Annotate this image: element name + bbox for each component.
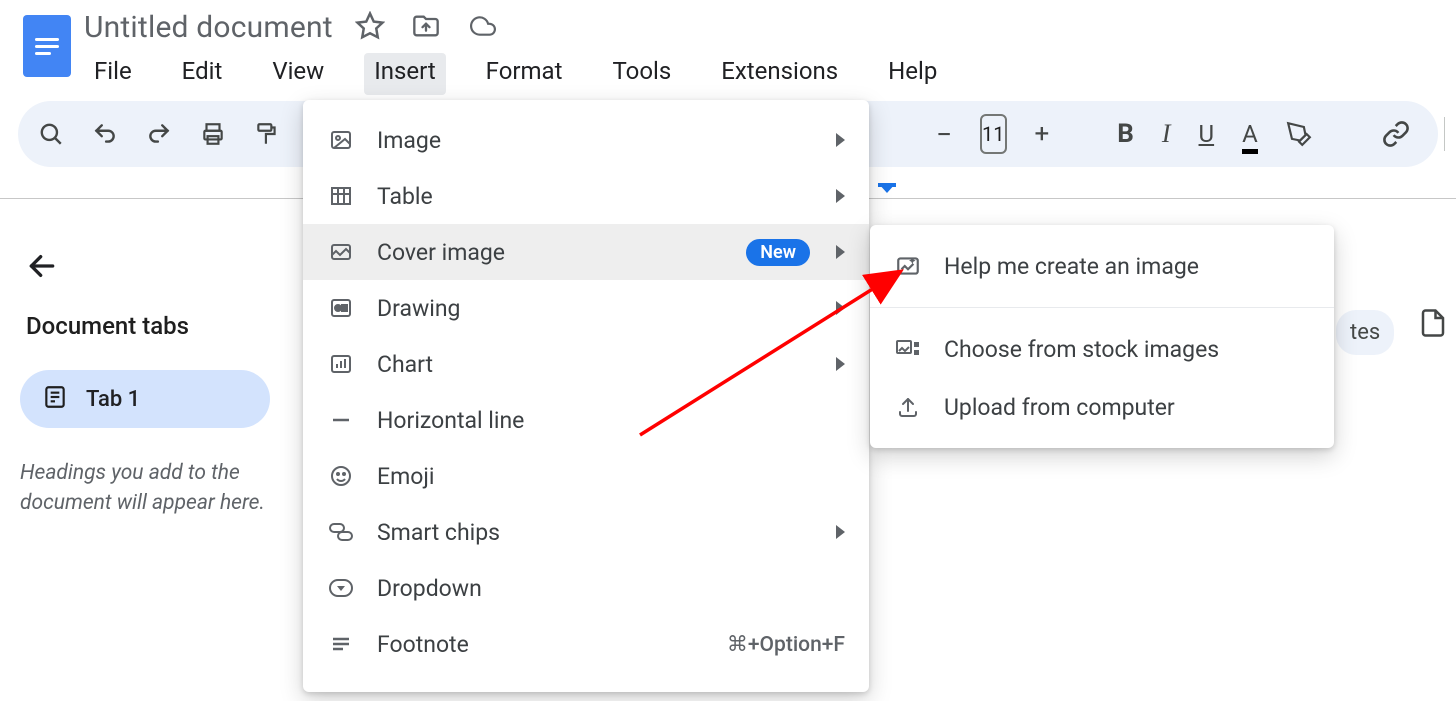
submenu-arrow-icon (836, 133, 845, 147)
insert-emoji[interactable]: Emoji (303, 448, 869, 504)
italic-button[interactable]: I (1162, 118, 1171, 150)
menu-label: Image (377, 127, 826, 154)
menu-edit[interactable]: Edit (172, 53, 233, 95)
insert-chart[interactable]: Chart (303, 336, 869, 392)
menu-insert[interactable]: Insert (364, 53, 445, 95)
menu-extensions[interactable]: Extensions (711, 53, 848, 95)
docs-logo-icon (23, 15, 71, 77)
submenu-help-me-create[interactable]: Help me create an image (870, 237, 1334, 295)
cover-image-icon (327, 238, 355, 266)
hr-icon (327, 406, 355, 434)
star-icon[interactable] (355, 11, 385, 45)
insert-cover-image[interactable]: Cover image New (303, 224, 869, 280)
menu-tools[interactable]: Tools (602, 53, 681, 95)
insert-footnote[interactable]: Footnote ⌘+Option+F (303, 616, 869, 672)
submenu-stock-images[interactable]: Choose from stock images (870, 320, 1334, 378)
insert-image[interactable]: Image (303, 112, 869, 168)
insert-dropdown[interactable]: Dropdown (303, 560, 869, 616)
new-badge: New (746, 239, 810, 266)
move-to-drive-icon[interactable] (411, 12, 441, 44)
separator (870, 307, 1334, 308)
underline-button[interactable]: U (1199, 118, 1215, 150)
menu-label: Table (377, 183, 826, 210)
document-tabs-title: Document tabs (26, 312, 310, 340)
docs-logo[interactable] (20, 10, 74, 82)
menu-label: Chart (377, 351, 826, 378)
menu-label: Cover image (377, 239, 746, 266)
submenu-arrow-icon (836, 525, 845, 539)
chart-icon (327, 350, 355, 378)
menu-label: Choose from stock images (944, 336, 1310, 363)
menu-file[interactable]: File (84, 53, 142, 95)
menu-view[interactable]: View (262, 53, 334, 95)
text-color-button[interactable]: A (1242, 118, 1258, 150)
menu-label: Dropdown (377, 575, 845, 602)
insert-smart-chips[interactable]: Smart chips (303, 504, 869, 560)
menu-label: Footnote (377, 631, 727, 658)
submenu-upload[interactable]: Upload from computer (870, 378, 1334, 436)
cover-image-submenu: Help me create an image Choose from stoc… (870, 225, 1334, 448)
upload-icon (894, 393, 922, 421)
separator (1444, 117, 1445, 151)
menu-label: Help me create an image (944, 253, 1310, 280)
insert-link-icon[interactable] (1380, 118, 1412, 150)
menu-label: Horizontal line (377, 407, 845, 434)
search-icon[interactable] (38, 118, 64, 150)
submenu-arrow-icon (836, 245, 845, 259)
notes-chip-partial[interactable]: tes (1336, 310, 1394, 355)
menu-label: Emoji (377, 463, 845, 490)
document-tabs-panel: Document tabs Tab 1 Headings you add to … (20, 250, 310, 519)
menu-shortcut: ⌘+Option+F (727, 632, 845, 657)
submenu-arrow-icon (836, 301, 845, 315)
chips-icon (327, 518, 355, 546)
outline-hint-text: Headings you add to the document will ap… (20, 458, 310, 519)
menu-label: Upload from computer (944, 394, 1310, 421)
dropdown-icon (327, 574, 355, 602)
redo-icon[interactable] (146, 118, 172, 150)
tab-chip[interactable]: Tab 1 (20, 370, 270, 428)
tab-label: Tab 1 (86, 387, 140, 412)
menubar: File Edit View Insert Format Tools Exten… (84, 53, 947, 95)
emoji-icon (327, 462, 355, 490)
insert-drawing[interactable]: Drawing (303, 280, 869, 336)
ruler-indent-marker-icon[interactable] (878, 183, 896, 203)
decrease-font-size[interactable]: − (936, 118, 952, 150)
menu-help[interactable]: Help (878, 53, 947, 95)
document-title[interactable]: Untitled document (84, 10, 333, 45)
image-icon (327, 126, 355, 154)
drawing-icon (327, 294, 355, 322)
bold-button[interactable]: B (1117, 118, 1134, 150)
back-arrow-icon[interactable] (26, 250, 310, 290)
menu-format[interactable]: Format (476, 53, 573, 95)
ai-image-icon (894, 252, 922, 280)
footnote-icon (327, 630, 355, 658)
tab-icon (42, 384, 68, 414)
header: Untitled document File Edit View Insert … (0, 0, 1456, 95)
table-icon (327, 182, 355, 210)
increase-font-size[interactable]: + (1035, 118, 1050, 150)
submenu-arrow-icon (836, 357, 845, 371)
document-outline-icon[interactable] (1418, 308, 1448, 342)
menu-label: Smart chips (377, 519, 826, 546)
print-icon[interactable] (200, 118, 226, 150)
paint-format-icon[interactable] (254, 118, 280, 150)
font-size-input[interactable]: 11 (980, 114, 1006, 154)
submenu-arrow-icon (836, 189, 845, 203)
undo-icon[interactable] (92, 118, 118, 150)
stock-icon (894, 335, 922, 363)
insert-table[interactable]: Table (303, 168, 869, 224)
menu-label: Drawing (377, 295, 826, 322)
insert-horizontal-line[interactable]: Horizontal line (303, 392, 869, 448)
insert-menu-dropdown: Image Table Cover image New Drawing Char… (303, 100, 869, 692)
cloud-status-icon[interactable] (467, 13, 499, 43)
highlight-icon[interactable] (1286, 118, 1312, 150)
